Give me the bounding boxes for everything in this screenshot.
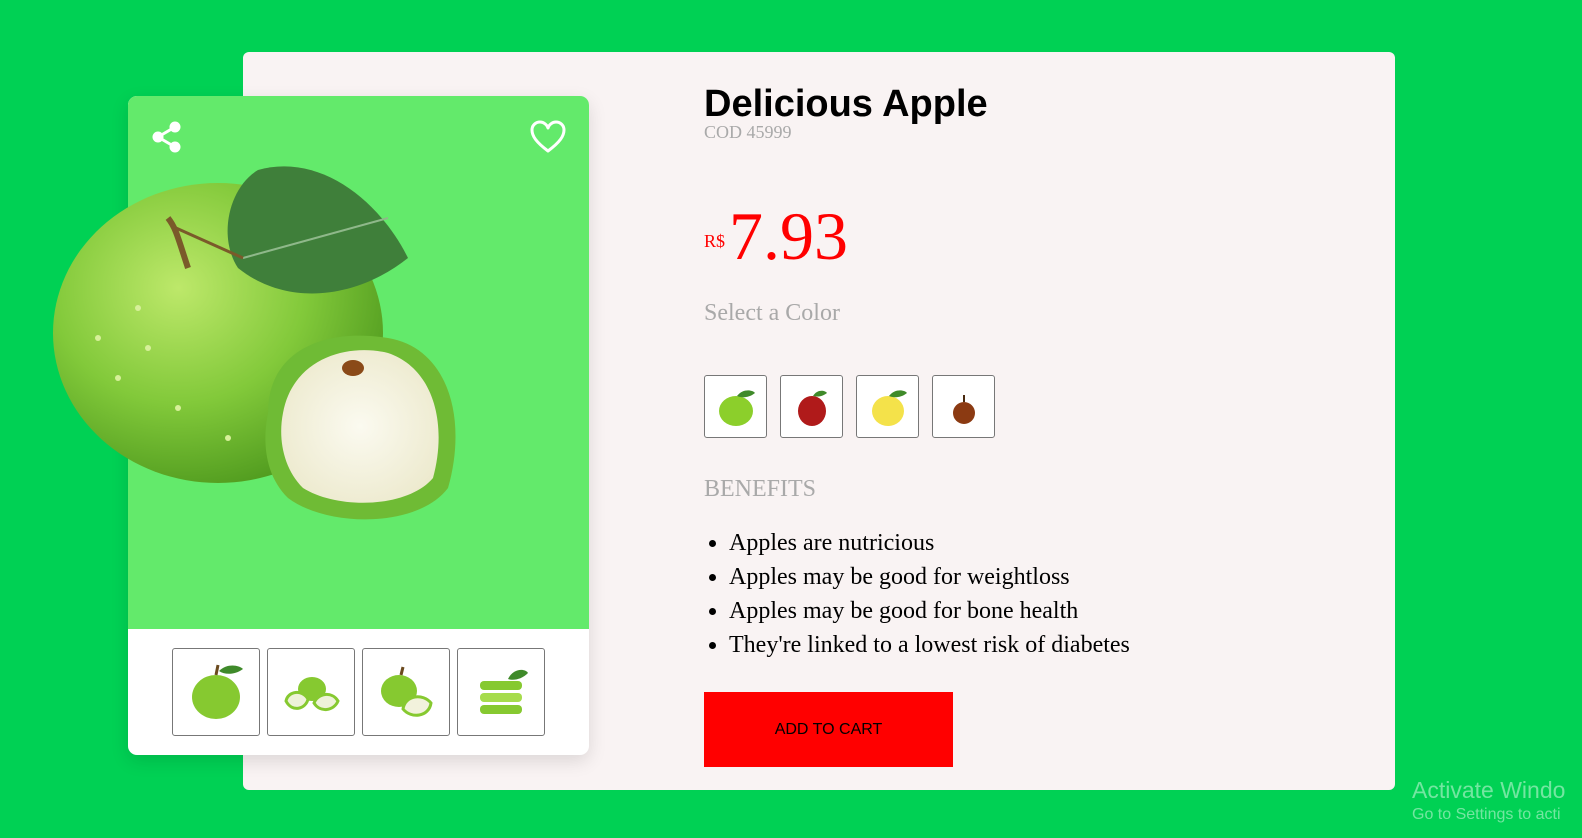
brown-apple-swatch-image	[952, 394, 975, 424]
product-gallery-card	[53, 96, 589, 755]
color-swatch-green[interactable]	[704, 375, 767, 438]
color-swatch-brown[interactable]	[932, 375, 995, 438]
activation-watermark: Activate Windo Go to Settings to acti	[1412, 776, 1565, 826]
sliced-apple-stack-thumb-image	[480, 669, 528, 714]
apple-slices-thumb-image	[284, 677, 340, 711]
yellow-apple-swatch-image	[871, 389, 907, 426]
price-display: R$7.93	[704, 200, 848, 272]
thumbnail-apple-with-slice[interactable]	[362, 648, 450, 736]
color-swatches	[704, 375, 995, 438]
product-header: Delicious Apple COD 45999	[704, 80, 988, 143]
add-to-cart-button[interactable]: ADD TO CART	[704, 692, 953, 767]
benefit-item: Apples may be good for bone health	[729, 594, 1130, 628]
color-swatch-yellow[interactable]	[856, 375, 919, 438]
green-apple-swatch-image	[718, 389, 755, 426]
price-value: 7.93	[729, 198, 849, 274]
color-swatch-red[interactable]	[780, 375, 843, 438]
thumbnail-green-apple[interactable]	[172, 648, 260, 736]
watermark-subtitle: Go to Settings to acti	[1412, 806, 1561, 823]
benefit-item: They're linked to a lowest risk of diabe…	[729, 628, 1130, 662]
benefit-item: Apples may be good for weightloss	[729, 560, 1130, 594]
product-title: Delicious Apple	[704, 83, 988, 125]
heart-icon[interactable]	[530, 120, 566, 154]
thumbnail-sliced-apple-stack[interactable]	[457, 648, 545, 736]
benefits-list: Apples are nutricious Apples may be good…	[704, 526, 1130, 662]
share-icon[interactable]	[150, 120, 184, 154]
thumbnail-strip	[172, 648, 545, 736]
product-hero	[53, 96, 589, 629]
benefit-item: Apples are nutricious	[729, 526, 1130, 560]
green-apple-thumb-image	[192, 664, 243, 719]
select-color-label: Select a Color	[704, 300, 840, 326]
red-apple-swatch-image	[797, 390, 827, 426]
watermark-title: Activate Windo	[1412, 777, 1566, 803]
thumbnail-apple-slices[interactable]	[267, 648, 355, 736]
hero-apple-image	[53, 166, 456, 520]
benefits-heading: BENEFITS	[704, 476, 817, 502]
apple-with-slice-thumb-image	[381, 666, 433, 717]
currency-symbol: R$	[704, 231, 726, 251]
